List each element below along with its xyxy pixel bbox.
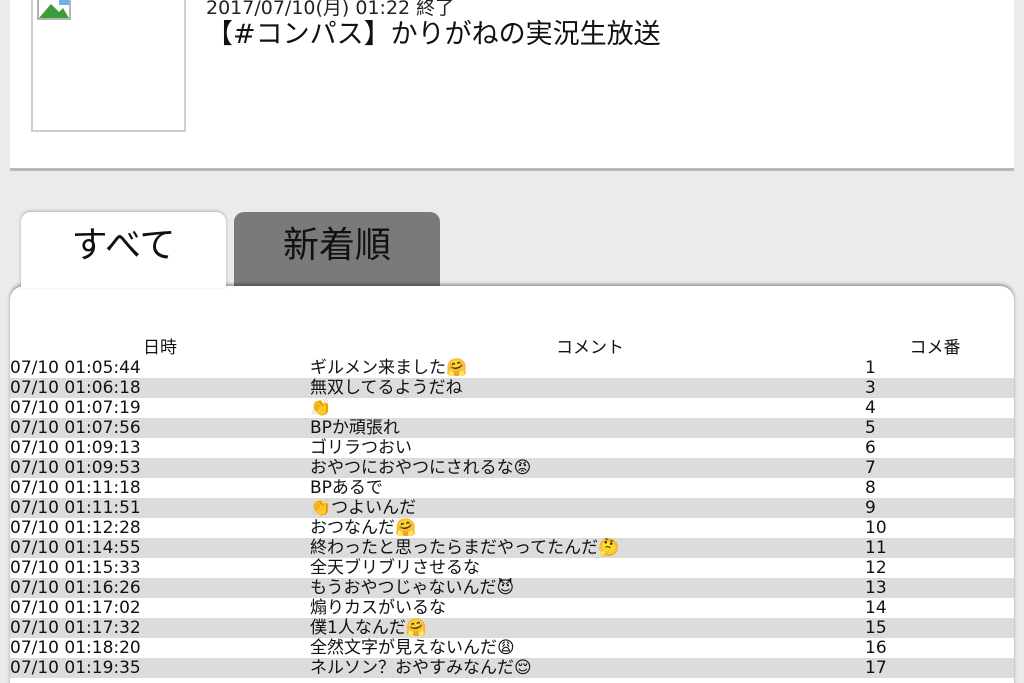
comment-time: 07/10 01:18:20	[10, 638, 141, 658]
comment-text: 僕1人なんだ🤗	[310, 618, 427, 638]
comment-number: 10	[865, 518, 887, 538]
comment-time: 07/10 01:11:51	[10, 498, 141, 518]
table-row[interactable]: 07/10 01:09:13 ゴリラつおい 6	[10, 438, 1014, 458]
comment-time: 07/10 01:11:18	[10, 478, 141, 498]
comment-time: 07/10 01:15:33	[10, 558, 141, 578]
broadcast-thumbnail[interactable]	[31, 0, 186, 132]
comment-number: 14	[865, 598, 887, 618]
comment-text: 無双してるようだね	[310, 378, 463, 398]
comment-time: 07/10 01:06:18	[10, 378, 141, 398]
comment-text: ゴリラつおい	[310, 438, 412, 458]
comment-number: 6	[865, 438, 876, 458]
comment-text: ギルメン来ました🤗	[310, 358, 468, 378]
comment-time: 07/10 01:19:35	[10, 658, 141, 678]
comment-text: 👏	[310, 398, 332, 418]
comment-text: もうおやつじゃないんだ😈	[310, 578, 515, 598]
table-row[interactable]: 07/10 01:11:18 BPあるで 8	[10, 478, 1014, 498]
header-comment: コメント	[556, 338, 624, 358]
comment-table: 日時 コメント コメ番 07/10 01:05:44 ギルメン来ました🤗 1 07/1…	[10, 336, 1014, 678]
comment-time: 07/10 01:16:26	[10, 578, 141, 598]
comment-time: 07/10 01:17:02	[10, 598, 141, 618]
tab-newest[interactable]: 新着順	[234, 212, 440, 286]
comment-text: おつなんだ🤗	[310, 518, 417, 538]
comment-number: 1	[865, 358, 876, 378]
comment-number: 13	[865, 578, 887, 598]
table-row[interactable]: 07/10 01:09:53 おやつにおやつにされるな😡 7	[10, 458, 1014, 478]
table-row[interactable]: 07/10 01:14:55 終わったと思ったらまだやってたんだ🤔 11	[10, 538, 1014, 558]
comment-text: 全然文字が見えないんだ😩	[310, 638, 515, 658]
comment-number: 9	[865, 498, 876, 518]
comment-number: 15	[865, 618, 887, 638]
table-row[interactable]: 07/10 01:12:28 おつなんだ🤗 10	[10, 518, 1014, 538]
comment-time: 07/10 01:07:56	[10, 418, 141, 438]
broadcast-header: 2017/07/10(月) 01:22 終了 【#コンパス】かりがねの実況生放送	[10, 0, 1014, 168]
comment-text: 👏つよいんだ	[310, 498, 417, 518]
comment-text: ネルソン？おやすみなんだ😌	[310, 658, 532, 678]
comment-time: 07/10 01:14:55	[10, 538, 141, 558]
header-number: コメ番	[909, 338, 961, 358]
comment-number: 12	[865, 558, 887, 578]
header-time: 日時	[143, 338, 177, 358]
table-row[interactable]: 07/10 01:06:18 無双してるようだね 3	[10, 378, 1014, 398]
tab-all[interactable]: すべて	[21, 212, 226, 288]
comment-time: 07/10 01:09:13	[10, 438, 141, 458]
comment-time: 07/10 01:17:32	[10, 618, 141, 638]
comment-text: おやつにおやつにされるな😡	[310, 458, 532, 478]
comment-time: 07/10 01:09:53	[10, 458, 141, 478]
broadcast-date: 2017/07/10(月) 01:22 終了	[206, 0, 455, 19]
comment-text: BPか頑張れ	[310, 418, 400, 438]
table-row[interactable]: 07/10 01:07:19 👏 4	[10, 398, 1014, 418]
table-row[interactable]: 07/10 01:19:35 ネルソン？おやすみなんだ😌 17	[10, 658, 1014, 678]
comment-panel: 日時 コメント コメ番 07/10 01:05:44 ギルメン来ました🤗 1 07/1…	[10, 286, 1014, 683]
comment-number: 16	[865, 638, 887, 658]
broken-image-icon	[37, 0, 71, 20]
comment-number: 17	[865, 658, 887, 678]
comment-time: 07/10 01:07:19	[10, 398, 141, 418]
table-header: 日時 コメント コメ番	[10, 336, 1014, 358]
comment-rows: 07/10 01:05:44 ギルメン来ました🤗 1 07/10 01:06:18 無双…	[10, 358, 1014, 678]
comment-number: 11	[865, 538, 887, 558]
table-row[interactable]: 07/10 01:07:56 BPか頑張れ 5	[10, 418, 1014, 438]
comment-text: 終わったと思ったらまだやってたんだ🤔	[310, 538, 620, 558]
table-row[interactable]: 07/10 01:17:02 煽りカスがいるな 14	[10, 598, 1014, 618]
table-row[interactable]: 07/10 01:16:26 もうおやつじゃないんだ😈 13	[10, 578, 1014, 598]
comment-number: 4	[865, 398, 876, 418]
comment-number: 3	[865, 378, 876, 398]
page: 2017/07/10(月) 01:22 終了 【#コンパス】かりがねの実況生放送…	[0, 0, 1024, 683]
comment-text: BPあるで	[310, 478, 383, 498]
comment-number: 8	[865, 478, 876, 498]
broadcast-title[interactable]: 【#コンパス】かりがねの実況生放送	[206, 18, 661, 52]
table-row[interactable]: 07/10 01:18:20 全然文字が見えないんだ😩 16	[10, 638, 1014, 658]
comment-number: 7	[865, 458, 876, 478]
comment-text: 全天ブリブリさせるな	[310, 558, 480, 578]
table-row[interactable]: 07/10 01:17:32 僕1人なんだ🤗 15	[10, 618, 1014, 638]
comment-number: 5	[865, 418, 876, 438]
comment-text: 煽りカスがいるな	[310, 598, 446, 618]
table-row[interactable]: 07/10 01:15:33 全天ブリブリさせるな 12	[10, 558, 1014, 578]
comment-time: 07/10 01:12:28	[10, 518, 141, 538]
table-row[interactable]: 07/10 01:11:51 👏つよいんだ 9	[10, 498, 1014, 518]
table-row[interactable]: 07/10 01:05:44 ギルメン来ました🤗 1	[10, 358, 1014, 378]
header-divider	[10, 168, 1014, 171]
comment-time: 07/10 01:05:44	[10, 358, 141, 378]
